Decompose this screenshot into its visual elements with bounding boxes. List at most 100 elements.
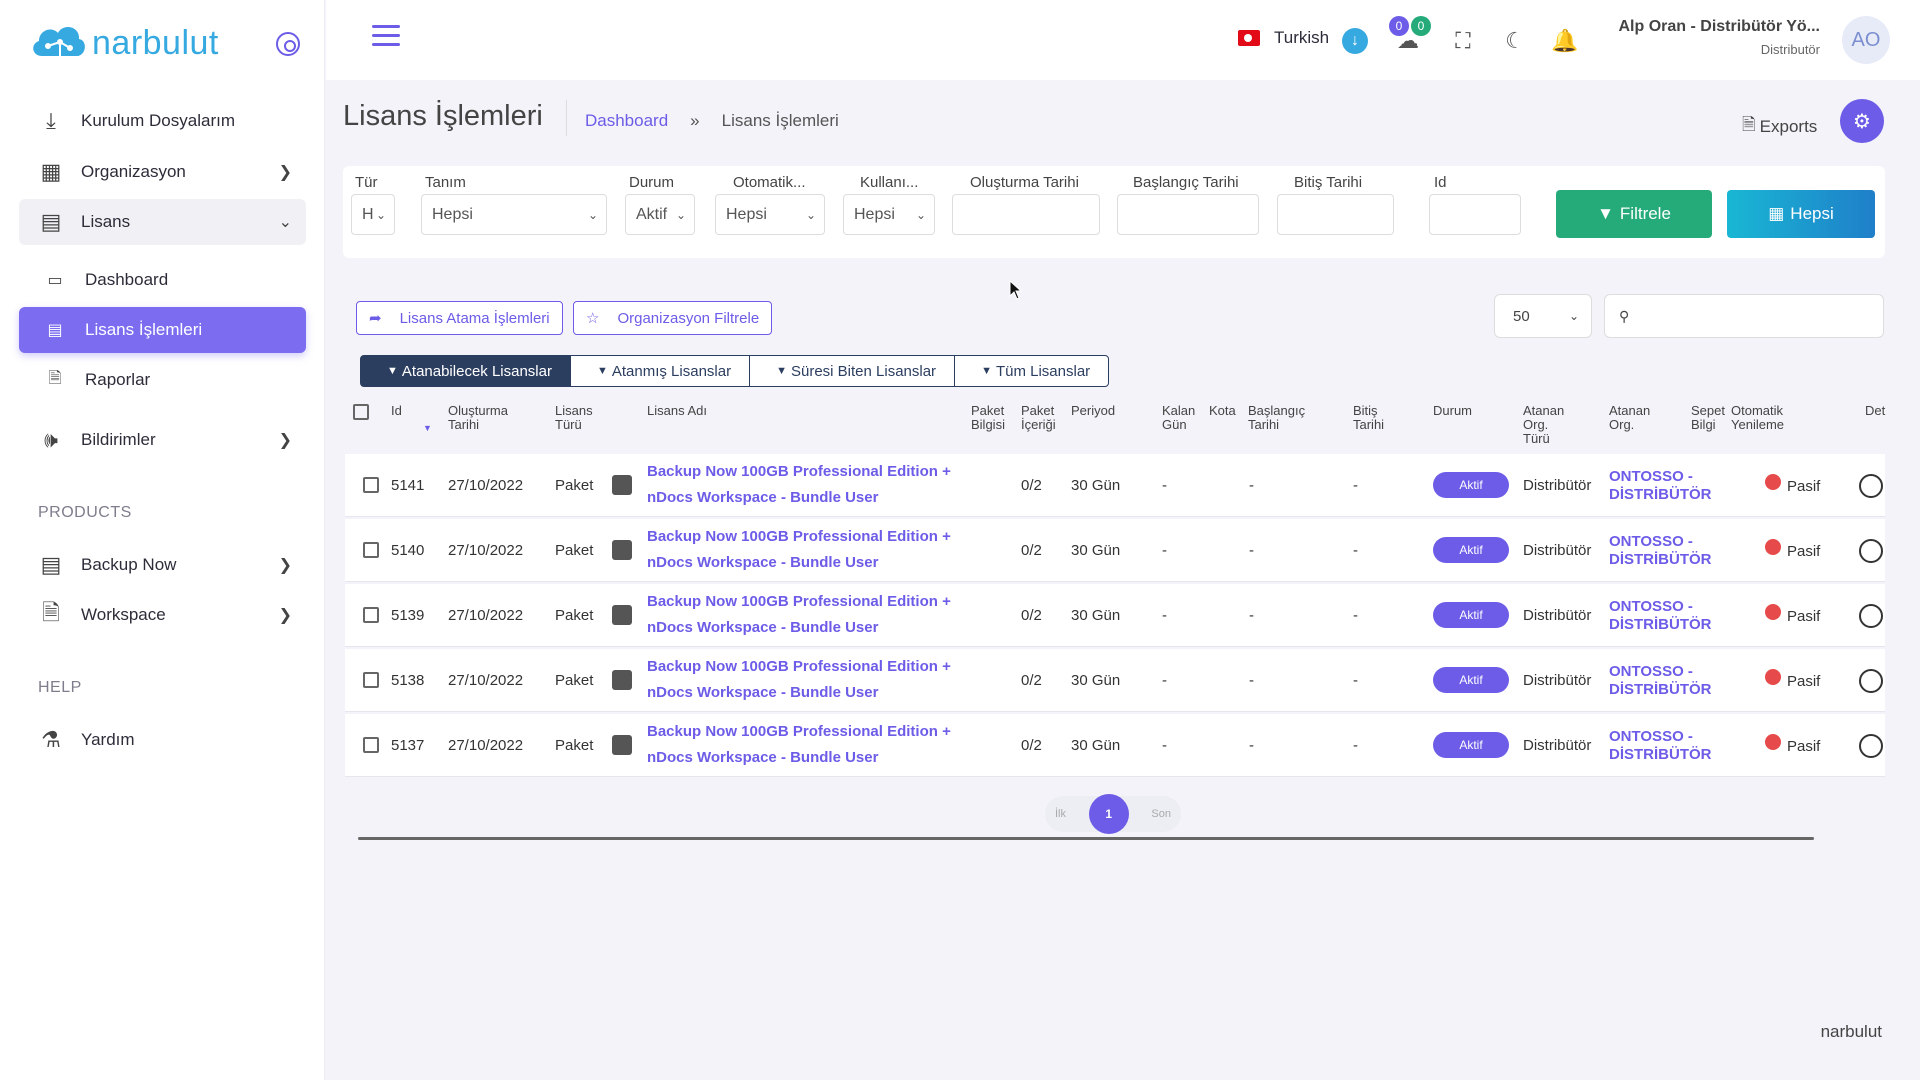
fullscreen-icon[interactable]: ⛶ — [1450, 28, 1476, 54]
org-link[interactable]: ONTOSSO - DİSTRİBÜTÖR — [1609, 533, 1712, 569]
filter-input-id[interactable] — [1429, 194, 1521, 235]
filter-select-otomatik[interactable]: Hepsi ⌄ — [715, 194, 825, 235]
col-header-pkg-content[interactable]: Paket İçeriği — [1021, 404, 1056, 432]
filter-input-bitis[interactable] — [1277, 194, 1394, 235]
filter-button-label: Filtrele — [1619, 204, 1671, 223]
tab-expired[interactable]: ▼ Süresi Biten Lisanslar — [749, 355, 956, 387]
pagination-first[interactable]: İlk — [1055, 808, 1066, 820]
cell-org-type: Distribütör — [1523, 737, 1592, 754]
sidebar-item-kurulum[interactable]: ⤓ Kurulum Dosyalarım — [19, 98, 306, 144]
grid-icon: ▦ — [40, 159, 62, 184]
filter-input-olusturma[interactable] — [952, 194, 1100, 235]
row-checkbox[interactable] — [363, 477, 379, 493]
col-header-quota[interactable]: Kota — [1209, 404, 1236, 418]
tab-assignable[interactable]: ▼ Atanabilecek Lisanslar — [360, 355, 571, 387]
license-assign-button[interactable]: ➦ Lisans Atama İşlemleri — [356, 301, 563, 335]
language-selector[interactable]: Turkish — [1238, 28, 1329, 48]
sidebar-item-backup-now[interactable]: ▤ Backup Now ❯ — [19, 542, 306, 588]
col-header-end[interactable]: Bitiş Tarihi — [1353, 404, 1384, 432]
filter-input-baslangic[interactable] — [1117, 194, 1259, 235]
license-name-link[interactable]: Backup Now 100GB Professional Edition + n… — [647, 589, 951, 641]
col-header-period[interactable]: Periyod — [1071, 404, 1115, 418]
sidebar-item-workspace[interactable]: 🗎 Workspace ❯ — [19, 592, 306, 638]
license-name-link[interactable]: Backup Now 100GB Professional Edition + n… — [647, 654, 951, 706]
moon-icon[interactable]: ☾ — [1502, 28, 1528, 54]
org-filter-button[interactable]: ☆ Organizasyon Filtrele — [573, 301, 773, 335]
sidebar-item-yardim[interactable]: ⚗ Yardım — [19, 717, 306, 763]
brand-logo[interactable]: narbulut — [28, 18, 219, 68]
sidebar-item-bildirimler[interactable]: 🕪 Bildirimler ❯ — [19, 417, 306, 463]
row-checkbox[interactable] — [363, 672, 379, 688]
report-icon: 🗎 — [48, 369, 62, 387]
chart-search-icon[interactable] — [1859, 604, 1883, 628]
filter-select-kullanim[interactable]: Hepsi ⌄ — [843, 194, 935, 235]
hamburger-menu-icon[interactable] — [372, 25, 400, 47]
cell-period: 30 Gün — [1071, 672, 1121, 689]
license-name-link[interactable]: Backup Now 100GB Professional Edition + n… — [647, 719, 951, 771]
avatar[interactable]: AO — [1842, 16, 1890, 64]
bell-icon[interactable]: 🔔 — [1551, 28, 1578, 54]
col-header-start[interactable]: Başlangıç Tarihi — [1248, 404, 1305, 432]
col-header-cart[interactable]: Sepet Bilgi — [1691, 404, 1725, 432]
org-link[interactable]: ONTOSSO - DİSTRİBÜTÖR — [1609, 598, 1712, 634]
tab-assigned[interactable]: ▼ Atanmış Lisanslar — [569, 355, 751, 387]
per-page-select[interactable]: 50 ⌄ — [1494, 294, 1592, 338]
row-checkbox[interactable] — [363, 542, 379, 558]
pagination-last[interactable]: Son — [1151, 808, 1171, 820]
chart-search-icon[interactable] — [1859, 669, 1883, 693]
col-header-remaining[interactable]: Kalan Gün — [1162, 404, 1195, 432]
chart-search-icon[interactable] — [1859, 474, 1883, 498]
user-name[interactable]: Alp Oran - Distribütör Yö... — [1619, 18, 1821, 36]
filter-select-tur[interactable]: H ⌄ — [351, 194, 395, 235]
col-header-status[interactable]: Durum — [1433, 404, 1472, 418]
pagination-current[interactable]: 1 — [1088, 794, 1129, 834]
horizontal-scrollbar[interactable] — [358, 837, 1814, 840]
chevron-down-icon: ⌄ — [1568, 309, 1579, 323]
download-circle-icon[interactable]: ↓ — [1342, 28, 1368, 54]
col-header-org-type[interactable]: Atanan Org. Türü — [1523, 404, 1564, 446]
row-checkbox[interactable] — [363, 737, 379, 753]
funnel-icon: ▼ — [596, 365, 608, 377]
breadcrumb-home-link[interactable]: Dashboard — [585, 111, 668, 131]
settings-button[interactable]: ⚙ — [1840, 99, 1884, 143]
chart-search-icon[interactable] — [1859, 539, 1883, 563]
all-button[interactable]: ▦ Hepsi — [1727, 190, 1875, 238]
filter-button[interactable]: ▼ Filtrele — [1556, 190, 1712, 238]
chart-search-icon[interactable] — [1859, 734, 1883, 758]
cell-remaining: - — [1162, 737, 1167, 754]
sort-desc-icon[interactable]: ▼ — [423, 424, 432, 433]
breadcrumb-current: Lisans İşlemleri — [721, 111, 839, 130]
cell-created: 27/10/2022 — [448, 672, 524, 689]
filter-select-durum[interactable]: Aktif ⌄ — [625, 194, 695, 235]
license-name-link[interactable]: Backup Now 100GB Professional Edition + n… — [647, 459, 951, 511]
sidebar-toggle-icon[interactable] — [276, 32, 300, 56]
col-header-org[interactable]: Atanan Org. — [1609, 404, 1650, 432]
col-header-id[interactable]: Id — [391, 404, 402, 418]
sidebar-item-dashboard[interactable]: ▭ Dashboard — [19, 257, 306, 303]
col-header-auto-renew[interactable]: Otomatik Yenileme — [1731, 404, 1784, 432]
sidebar-item-raporlar[interactable]: 🗎 Raporlar — [19, 357, 306, 403]
sidebar-item-lisans[interactable]: ▤ Lisans ⌄ — [19, 199, 306, 245]
cell-org-type: Distribütör — [1523, 542, 1592, 559]
search-input[interactable]: ⚲ — [1604, 294, 1884, 338]
org-link[interactable]: ONTOSSO - DİSTRİBÜTÖR — [1609, 728, 1712, 764]
col-header-type[interactable]: Lisans Türü — [555, 404, 593, 432]
sidebar-item-label: Lisans — [81, 212, 131, 231]
sidebar-item-organizasyon[interactable]: ▦ Organizasyon ❯ — [19, 149, 306, 195]
sidebar-item-lisans-islemleri[interactable]: ▤ Lisans İşlemleri — [19, 307, 306, 353]
row-checkbox[interactable] — [363, 607, 379, 623]
cell-type: Paket — [555, 477, 594, 494]
cloud-download-icon[interactable]: ☁ 0 0 — [1389, 16, 1431, 54]
tab-all[interactable]: ▼ Tüm Lisanslar — [954, 355, 1110, 387]
col-header-pkg-info[interactable]: Paket Bilgisi — [971, 404, 1005, 432]
col-header-detail[interactable]: Det — [1865, 404, 1885, 418]
col-header-created[interactable]: Oluşturma Tarihi — [448, 404, 508, 432]
filter-select-tanim[interactable]: Hepsi ⌄ — [421, 194, 607, 235]
col-header-name[interactable]: Lisans Adı — [647, 404, 707, 418]
status-badge: Aktif — [1433, 537, 1509, 563]
license-name-link[interactable]: Backup Now 100GB Professional Edition + n… — [647, 524, 951, 576]
exports-button[interactable]: 🗎 Exports — [1742, 112, 1817, 141]
org-link[interactable]: ONTOSSO - DİSTRİBÜTÖR — [1609, 663, 1712, 699]
select-all-checkbox[interactable] — [353, 404, 369, 420]
org-link[interactable]: ONTOSSO - DİSTRİBÜTÖR — [1609, 468, 1712, 504]
